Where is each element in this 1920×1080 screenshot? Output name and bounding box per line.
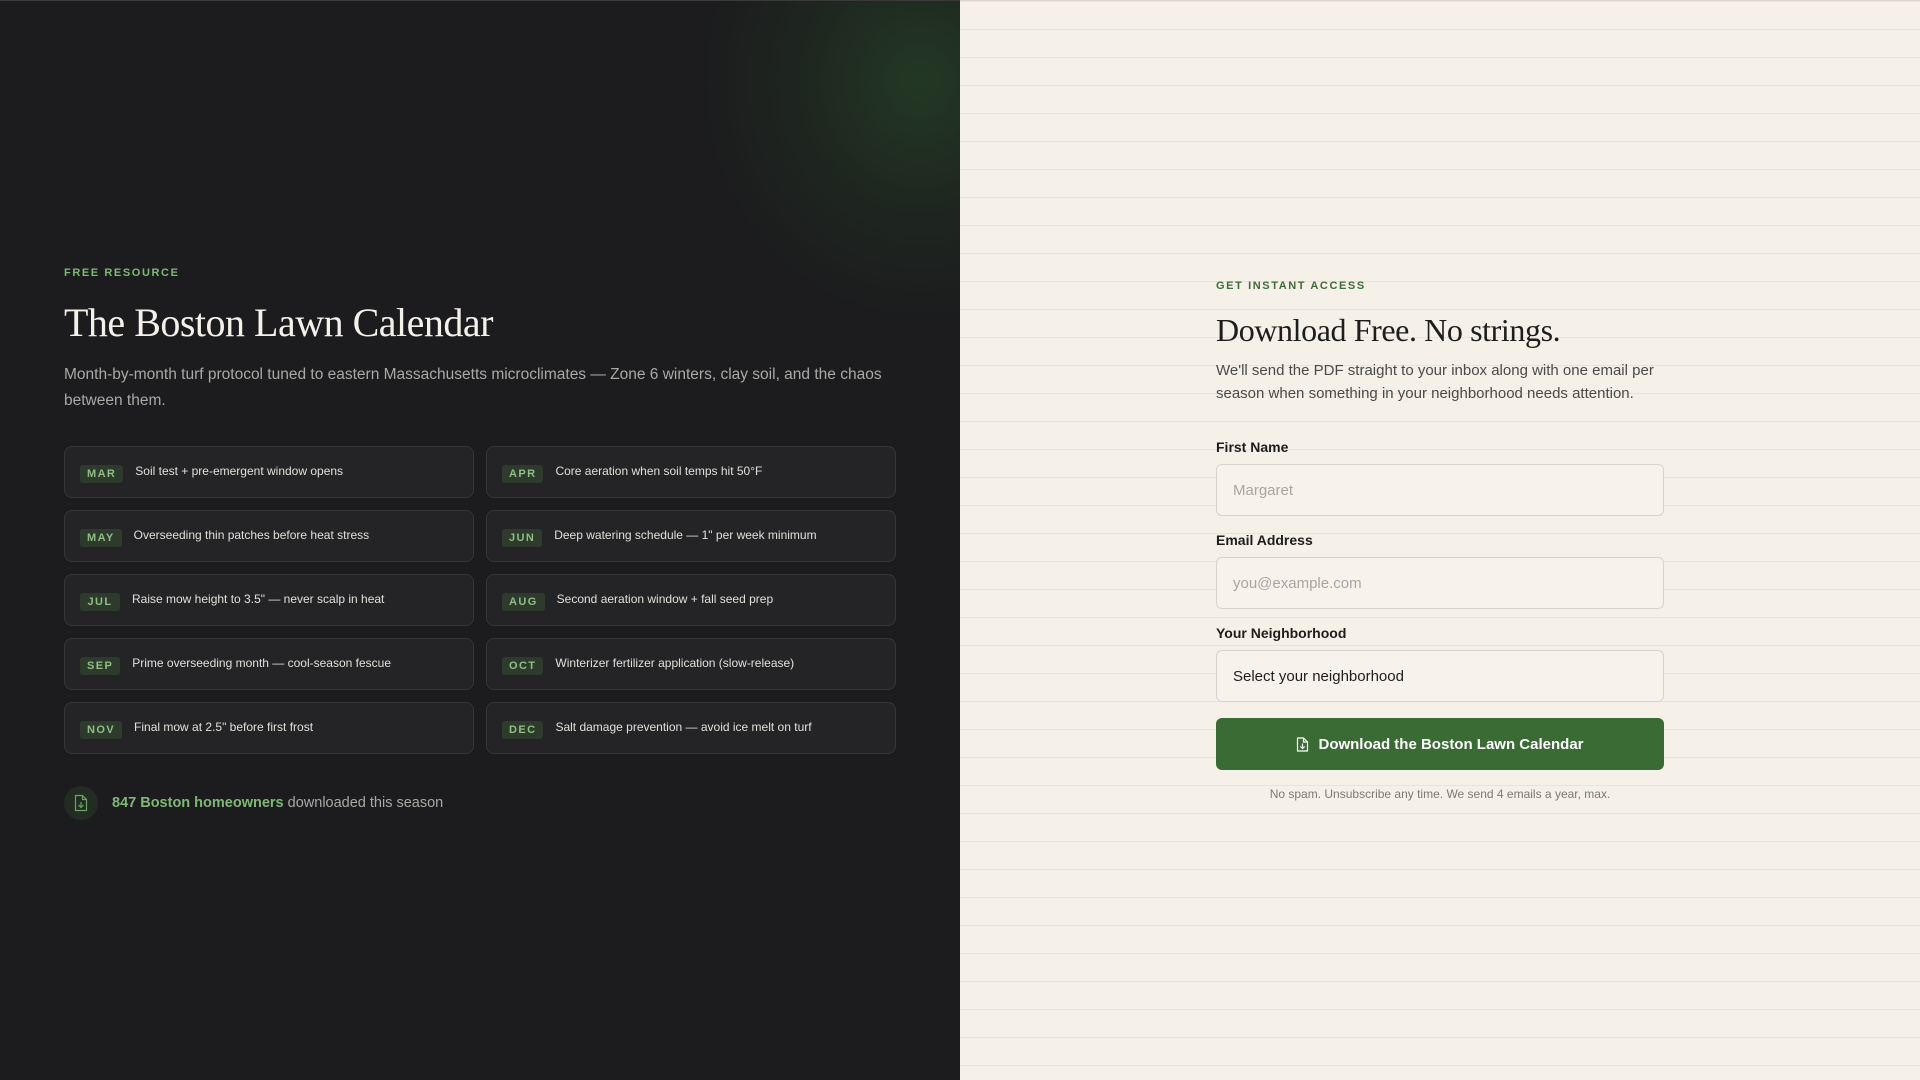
document-download-icon: [1296, 736, 1309, 752]
promo-subtitle: Month-by-month turf protocol tuned to ea…: [64, 366, 882, 409]
signup-form: GET INSTANT ACCESS Download Free. No str…: [1216, 280, 1664, 801]
month-card-apr: APR Core aeration when soil temps hit 50…: [486, 446, 896, 498]
month-badge: DEC: [502, 721, 544, 739]
month-task: Raise mow height to 3.5" — never scalp i…: [132, 592, 385, 606]
promo-eyebrow: FREE RESOURCE: [64, 267, 180, 279]
form-panel: GET INSTANT ACCESS Download Free. No str…: [960, 0, 1920, 1080]
month-badge: JUL: [80, 593, 120, 611]
first-name-label: First Name: [1216, 439, 1289, 455]
month-grid: MAR Soil test + pre-emergent window open…: [64, 446, 896, 754]
download-button-label: Download the Boston Lawn Calendar: [1318, 735, 1584, 753]
month-task: Soil test + pre-emergent window opens: [135, 464, 344, 478]
month-task: Winterizer fertilizer application (slow-…: [555, 656, 795, 670]
document-download-icon: [64, 786, 98, 820]
neighborhood-select[interactable]: Select your neighborhood: [1216, 650, 1664, 702]
social-proof-text: 847 Boston homeowners downloaded this se…: [112, 795, 443, 811]
month-task: Overseeding thin patches before heat str…: [133, 528, 370, 542]
email-group: Email Address: [1216, 532, 1664, 609]
promo-content: FREE RESOURCE The Boston Lawn Calendar M…: [64, 267, 896, 820]
month-badge: JUN: [502, 529, 543, 547]
month-card-nov: NOV Final mow at 2.5" before first frost: [64, 702, 474, 754]
month-card-mar: MAR Soil test + pre-emergent window open…: [64, 446, 474, 498]
month-badge: MAR: [80, 465, 124, 483]
form-title: Download Free. No strings.: [1216, 312, 1561, 348]
social-proof: 847 Boston homeowners downloaded this se…: [64, 786, 896, 820]
neighborhood-group: Your Neighborhood Select your neighborho…: [1216, 625, 1664, 702]
email-input[interactable]: [1216, 557, 1664, 609]
month-task: Second aeration window + fall seed prep: [556, 592, 774, 606]
month-task: Deep watering schedule — 1" per week min…: [554, 528, 817, 542]
month-card-dec: DEC Salt damage prevention — avoid ice m…: [486, 702, 896, 754]
form-eyebrow: GET INSTANT ACCESS: [1216, 280, 1366, 292]
social-proof-suffix: downloaded this season: [283, 795, 444, 811]
month-badge: NOV: [80, 721, 123, 739]
month-card-jun: JUN Deep watering schedule — 1" per week…: [486, 510, 896, 562]
email-label: Email Address: [1216, 532, 1313, 548]
first-name-group: First Name: [1216, 439, 1664, 516]
download-button[interactable]: Download the Boston Lawn Calendar: [1216, 718, 1664, 770]
neighborhood-selected-value: Select your neighborhood: [1233, 667, 1404, 685]
month-task: Core aeration when soil temps hit 50°F: [555, 464, 763, 478]
month-card-sep: SEP Prime overseeding month — cool-seaso…: [64, 638, 474, 690]
month-badge: OCT: [502, 657, 544, 675]
promo-panel: FREE RESOURCE The Boston Lawn Calendar M…: [0, 0, 960, 1080]
first-name-input[interactable]: [1216, 464, 1664, 516]
social-proof-count: 847 Boston homeowners: [112, 795, 284, 811]
fine-print: No spam. Unsubscribe any time. We send 4…: [1269, 787, 1611, 801]
month-task: Final mow at 2.5" before first frost: [134, 720, 314, 734]
month-card-jul: JUL Raise mow height to 3.5" — never sca…: [64, 574, 474, 626]
neighborhood-label: Your Neighborhood: [1216, 625, 1347, 641]
month-task: Prime overseeding month — cool-season fe…: [132, 656, 392, 670]
month-task: Salt damage prevention — avoid ice melt …: [555, 720, 812, 734]
promo-title: The Boston Lawn Calendar: [64, 300, 494, 345]
month-card-aug: AUG Second aeration window + fall seed p…: [486, 574, 896, 626]
month-badge: MAY: [80, 529, 122, 547]
month-badge: SEP: [80, 657, 121, 675]
month-badge: APR: [502, 465, 544, 483]
month-badge: AUG: [502, 593, 545, 611]
month-card-may: MAY Overseeding thin patches before heat…: [64, 510, 474, 562]
month-card-oct: OCT Winterizer fertilizer application (s…: [486, 638, 896, 690]
form-description: We'll send the PDF straight to your inbo…: [1216, 362, 1654, 402]
